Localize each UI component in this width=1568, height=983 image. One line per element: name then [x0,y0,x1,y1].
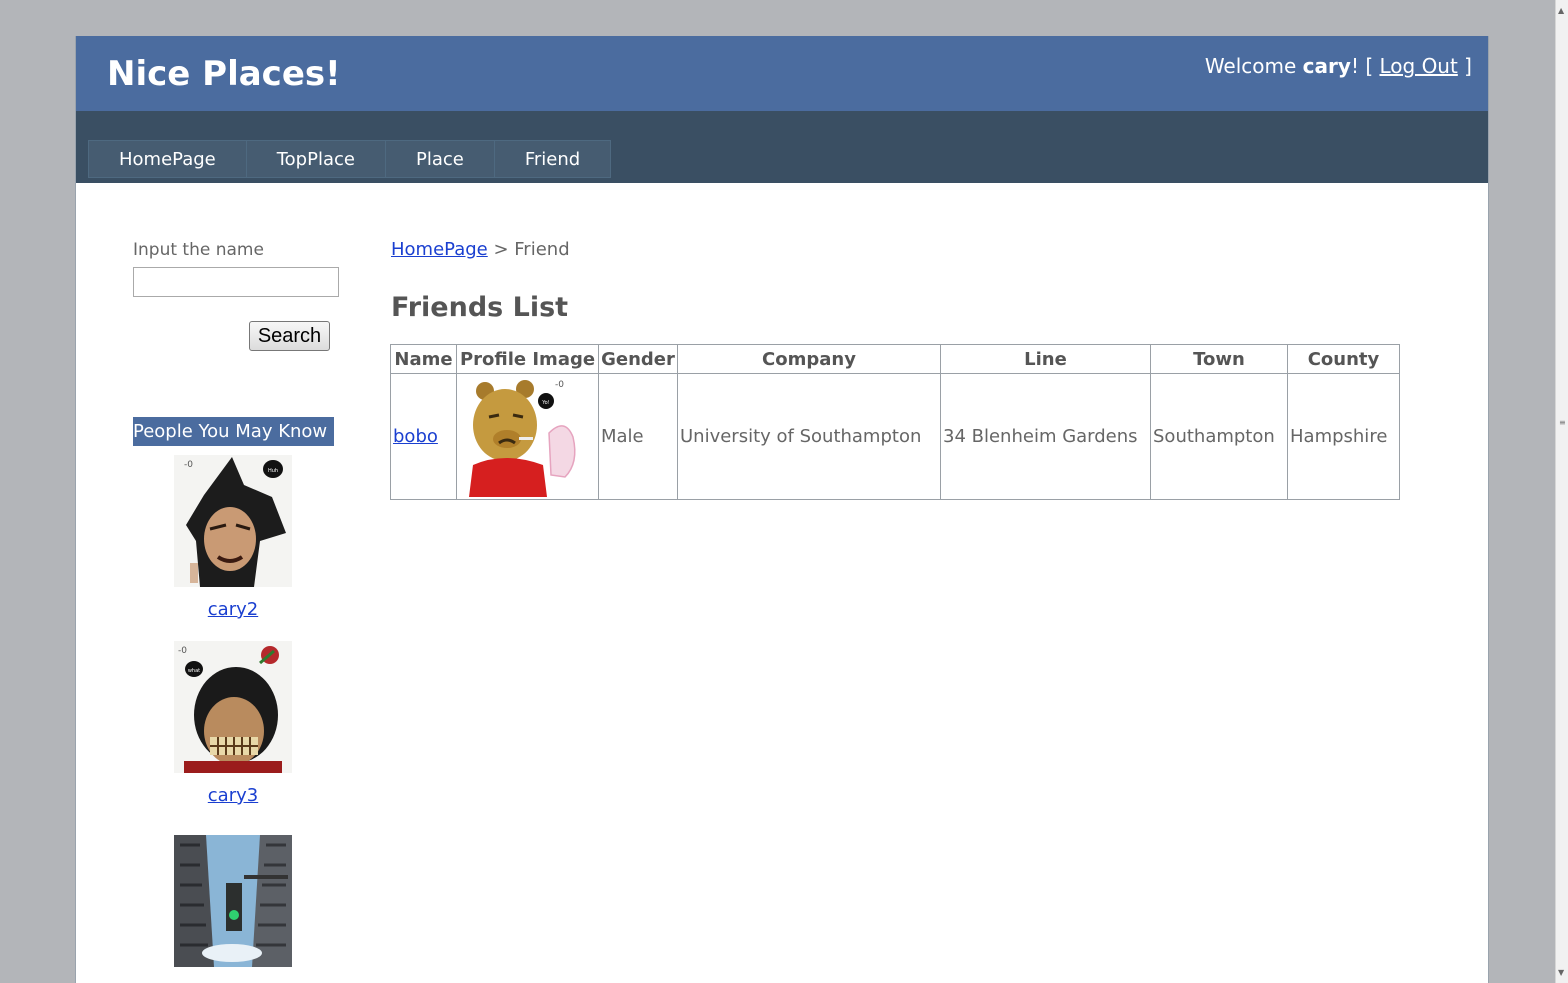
cary3-avatar-image[interactable]: what -0 [174,641,292,773]
people-you-may-know-header: People You May Know [133,417,334,446]
logout-link[interactable]: Log Out [1379,54,1457,78]
username: cary [1302,54,1351,78]
close-bracket: ] [1457,54,1472,78]
menu-item-friend[interactable]: Friend [493,140,612,178]
site-title: Nice Places! [107,54,341,94]
scroll-grip-icon[interactable]: ≡ [1559,418,1566,427]
cary2-avatar-image[interactable]: Huh -0 [174,455,292,587]
search-label: Input the name [133,240,264,260]
name-search-input[interactable] [133,267,339,297]
breadcrumb: HomePage > Friend [391,239,570,260]
nav-bar: HomePage TopPlace Place Friend [76,111,1488,183]
cell-county: Hampshire [1287,373,1400,500]
column-header-profile-image: Profile Image [456,344,599,374]
menu-item-topplace[interactable]: TopPlace [245,140,386,178]
svg-text:what: what [188,668,200,674]
suggested-person-link-cary2[interactable]: cary2 [208,599,258,620]
column-header-county: County [1287,344,1400,374]
scroll-down-icon[interactable]: ▼ [1558,968,1564,977]
cell-company: University of Southampton [677,373,941,500]
column-header-gender: Gender [598,344,678,374]
bobo-profile-image[interactable]: Yo! -0 [468,376,587,497]
traffic-light-avatar-image[interactable] [174,835,292,967]
column-header-line: Line [940,344,1151,374]
page-container: Nice Places! Welcome cary! [ Log Out ] H… [75,36,1489,983]
welcome-suffix: ! [ [1350,54,1380,78]
breadcrumb-home-link[interactable]: HomePage [391,239,488,260]
search-button[interactable]: Search [249,321,330,351]
cell-town: Southampton [1150,373,1288,500]
cell-name: bobo [390,373,457,500]
breadcrumb-current: Friend [514,239,570,260]
menu-item-place[interactable]: Place [384,140,495,178]
table-row: bobo Yo! -0 Male University of Southampt… [390,373,1400,500]
welcome-prefix: Welcome [1204,54,1303,78]
svg-text:-0: -0 [555,380,564,390]
table-header-row: Name Profile Image Gender Company Line T… [390,344,1400,374]
suggested-person: Huh -0 cary2 [174,455,292,620]
cell-line: 34 Blenheim Gardens [940,373,1151,500]
cell-profile-image: Yo! -0 [456,373,599,500]
svg-text:-0: -0 [178,646,187,656]
menu-item-homepage[interactable]: HomePage [88,140,247,178]
page-title: Friends List [391,292,569,323]
suggested-person: what -0 cary3 [174,641,292,806]
scroll-up-icon[interactable]: ▲ [1558,6,1564,15]
svg-text:Huh: Huh [268,468,278,474]
column-header-town: Town [1150,344,1288,374]
breadcrumb-separator: > [487,239,515,260]
column-header-name: Name [390,344,457,374]
friends-table: Name Profile Image Gender Company Line T… [390,344,1400,500]
main-menu: HomePage TopPlace Place Friend [88,140,612,178]
svg-text:-0: -0 [184,460,193,470]
column-header-company: Company [677,344,941,374]
suggested-person [174,835,292,983]
login-display: Welcome cary! [ Log Out ] [1205,54,1472,78]
cell-gender: Male [598,373,678,500]
site-header: Nice Places! Welcome cary! [ Log Out ] [76,36,1488,111]
friend-name-link[interactable]: bobo [393,426,438,447]
window-scrollbar[interactable]: ▲ ≡ ▼ [1555,0,1568,983]
svg-text:Yo!: Yo! [541,400,549,406]
suggested-person-link-cary3[interactable]: cary3 [208,785,258,806]
